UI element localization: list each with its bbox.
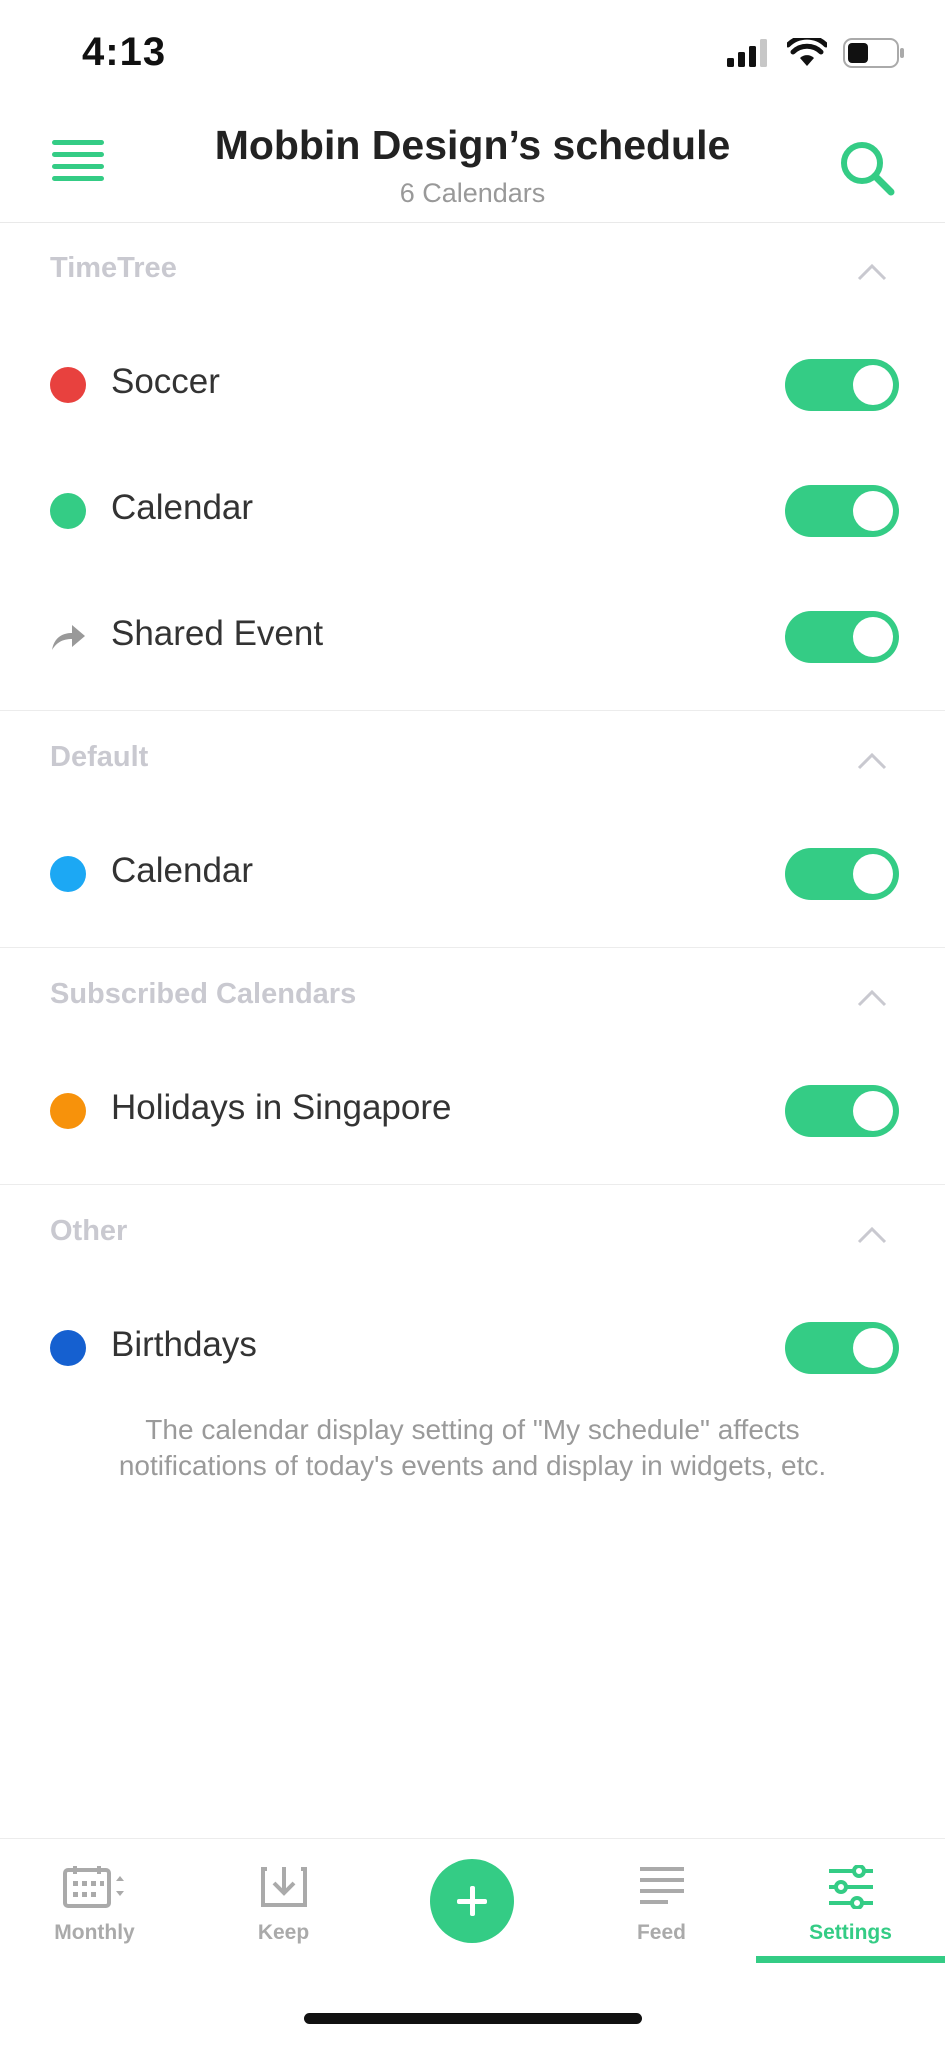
- calendar-count: 6 Calendars: [399, 178, 546, 208]
- active-tab-indicator: [756, 1956, 945, 1963]
- download-tray-icon: [260, 1867, 307, 1907]
- visibility-toggle[interactable]: [785, 359, 899, 411]
- visibility-toggle[interactable]: [785, 485, 899, 537]
- tab-label: Keep: [257, 1921, 310, 1944]
- color-dot: [50, 856, 86, 892]
- share-arrow-icon: [52, 625, 85, 650]
- info-note: The calendar display setting of "My sche…: [118, 1414, 827, 1481]
- add-event-button[interactable]: [430, 1859, 514, 1943]
- chevron-up-icon[interactable]: [857, 262, 887, 282]
- calendar-row-calendar[interactable]: Calendar: [0, 448, 945, 574]
- calendar-list: TimeTree Soccer Calendar Shared Event De…: [0, 222, 945, 1421]
- section-header[interactable]: TimeTree: [0, 222, 945, 322]
- color-dot: [50, 367, 86, 403]
- page-title: Mobbin Design’s schedule: [214, 122, 731, 168]
- color-dot: [50, 493, 86, 529]
- section-other: Other Birthdays: [0, 1185, 945, 1421]
- section-title: TimeTree: [50, 252, 177, 284]
- section-title: Default: [50, 741, 149, 773]
- calendar-label: Holidays in Singapore: [111, 1088, 452, 1127]
- section-header[interactable]: Default: [0, 711, 945, 811]
- status-icons: [727, 38, 905, 68]
- tab-settings[interactable]: Settings: [756, 1839, 945, 1964]
- tab-monthly[interactable]: Monthly: [0, 1839, 189, 1964]
- visibility-toggle[interactable]: [785, 611, 899, 663]
- status-bar: 4:13: [0, 0, 945, 110]
- color-dot: [50, 1330, 86, 1366]
- calendar-label: Birthdays: [111, 1325, 257, 1364]
- calendar-row-shared-event[interactable]: Shared Event: [0, 574, 945, 700]
- calendar-row-default-calendar[interactable]: Calendar: [0, 811, 945, 937]
- battery-icon: [843, 38, 904, 68]
- calendar-label: Calendar: [111, 488, 254, 527]
- home-indicator: [304, 2013, 642, 2024]
- tab-label: Settings: [809, 1921, 892, 1944]
- calendar-icon: [62, 1866, 124, 1908]
- sliders-icon: [828, 1865, 873, 1909]
- cellular-signal-icon: [727, 39, 767, 67]
- section-timetree: TimeTree Soccer Calendar Shared Event: [0, 222, 945, 711]
- section-title: Other: [50, 1215, 128, 1247]
- calendar-label: Shared Event: [111, 614, 324, 653]
- chevron-up-icon[interactable]: [857, 1225, 887, 1245]
- feed-lines-icon: [639, 1867, 684, 1904]
- section-default: Default Calendar: [0, 711, 945, 948]
- tab-label: Feed: [636, 1921, 686, 1944]
- calendar-row-birthdays[interactable]: Birthdays: [0, 1285, 945, 1411]
- section-subscribed: Subscribed Calendars Holidays in Singapo…: [0, 948, 945, 1185]
- header: Mobbin Design’s schedule 6 Calendars: [0, 110, 945, 223]
- status-time: 4:13: [82, 30, 167, 74]
- tab-keep[interactable]: Keep: [189, 1839, 378, 1964]
- visibility-toggle[interactable]: [785, 848, 899, 900]
- section-header[interactable]: Other: [0, 1185, 945, 1285]
- chevron-up-icon[interactable]: [857, 988, 887, 1008]
- calendar-label: Calendar: [111, 851, 254, 890]
- tab-label: Monthly: [54, 1921, 135, 1944]
- color-dot: [50, 1093, 86, 1129]
- tab-feed[interactable]: Feed: [567, 1839, 756, 1964]
- calendar-row-holidays[interactable]: Holidays in Singapore: [0, 1048, 945, 1174]
- calendar-row-soccer[interactable]: Soccer: [0, 322, 945, 448]
- section-header[interactable]: Subscribed Calendars: [0, 948, 945, 1048]
- chevron-up-icon[interactable]: [857, 751, 887, 771]
- search-icon[interactable]: [837, 138, 897, 198]
- visibility-toggle[interactable]: [785, 1322, 899, 1374]
- section-title: Subscribed Calendars: [50, 978, 357, 1010]
- wifi-icon: [787, 38, 827, 66]
- calendar-label: Soccer: [111, 362, 220, 401]
- visibility-toggle[interactable]: [785, 1085, 899, 1137]
